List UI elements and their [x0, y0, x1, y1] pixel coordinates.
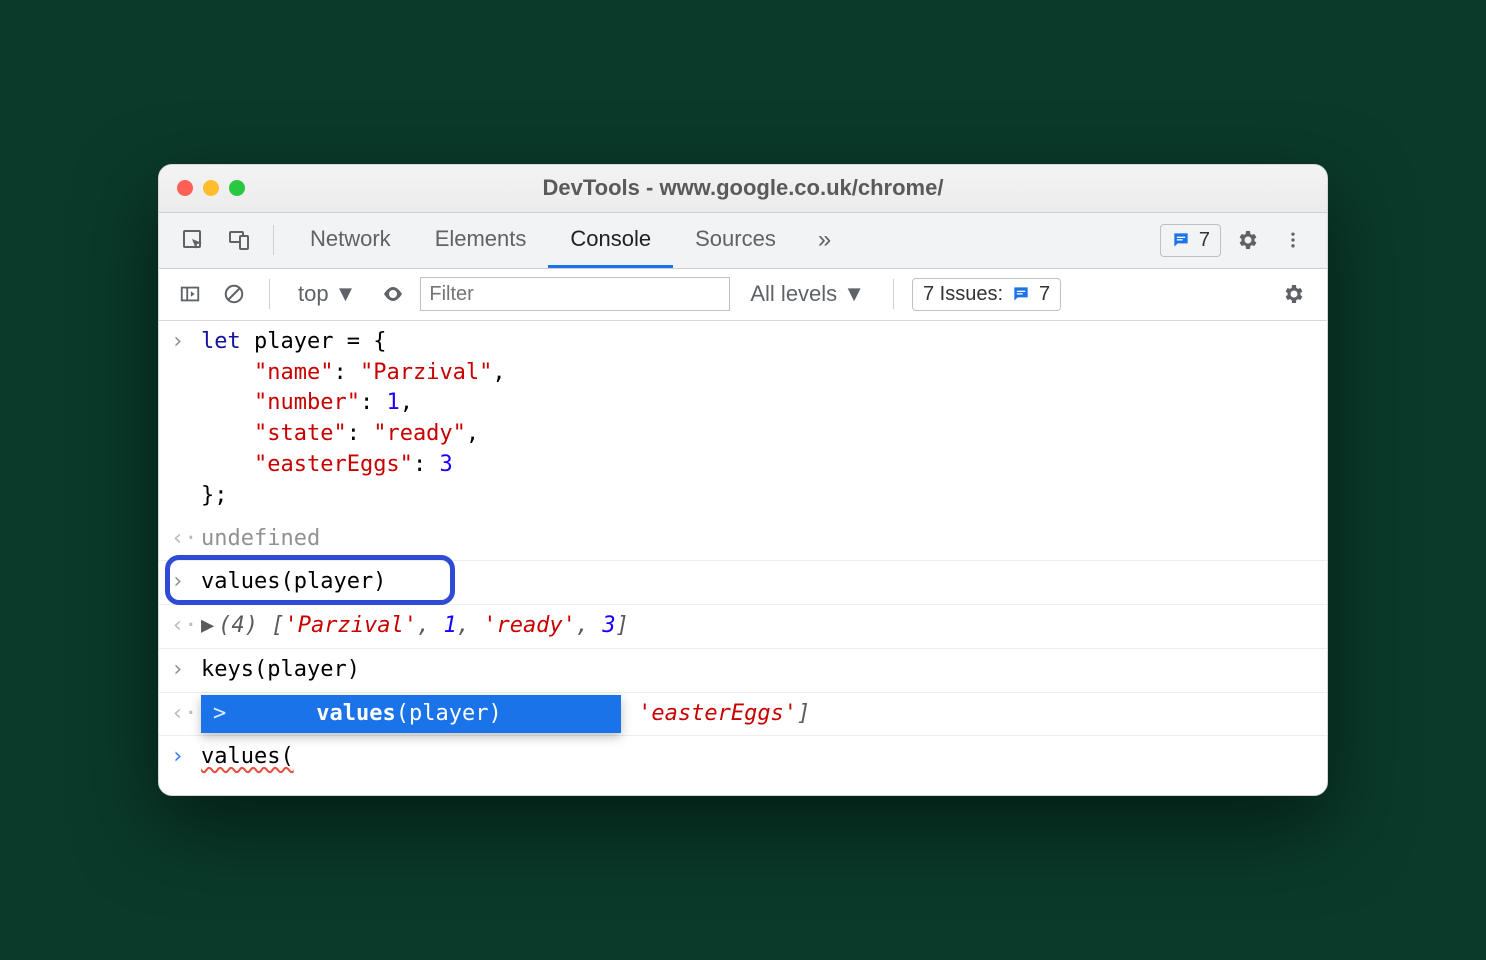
separator [893, 279, 894, 309]
devtools-window: DevTools - www.google.co.uk/chrome/ Netw… [158, 164, 1328, 797]
device-toggle-icon[interactable] [219, 220, 259, 260]
console-input-row: › values(player) [159, 561, 1327, 605]
code-line: keys(player) [201, 655, 1315, 686]
message-icon [1011, 284, 1031, 304]
close-icon[interactable] [177, 180, 193, 196]
titlebar: DevTools - www.google.co.uk/chrome/ [159, 165, 1327, 213]
console-prompt-row[interactable]: › values( [159, 736, 1327, 795]
output-chevron-icon: ‹· [171, 699, 201, 730]
separator [273, 225, 274, 255]
clear-console-icon[interactable] [217, 274, 251, 314]
issues-label: 7 Issues: [923, 283, 1003, 306]
maximize-icon[interactable] [229, 180, 245, 196]
filter-input[interactable] [420, 277, 730, 311]
output-chevron-icon: ‹· [171, 524, 201, 555]
inspect-icon[interactable] [173, 220, 213, 260]
autocomplete-suffix: (player) [396, 699, 502, 730]
console-output-row: ‹· undefined [159, 518, 1327, 562]
context-label: top [298, 281, 329, 307]
console-settings-icon[interactable] [1273, 274, 1313, 314]
window-title: DevTools - www.google.co.uk/chrome/ [159, 175, 1327, 201]
tab-sources[interactable]: Sources [673, 213, 798, 268]
input-chevron-icon: › [171, 567, 201, 598]
issues-count: 7 [1039, 283, 1050, 306]
tab-console[interactable]: Console [548, 213, 673, 268]
prompt-input[interactable]: values( [201, 742, 1315, 773]
issues-badge[interactable]: 7 Issues: 7 [912, 278, 1061, 311]
more-icon[interactable] [1273, 220, 1313, 260]
separator [269, 279, 270, 309]
console-input-row: › let player = { "name": "Parzival", "nu… [159, 321, 1327, 518]
message-icon [1171, 230, 1191, 250]
tab-elements[interactable]: Elements [413, 213, 549, 268]
autocomplete-match: values [316, 699, 395, 730]
code-block: let player = { "name": "Parzival", "numb… [201, 327, 1315, 512]
levels-label: All levels [750, 281, 837, 307]
console-toolbar: top ▼ All levels ▼ 7 Issues: 7 [159, 269, 1327, 321]
sidebar-toggle-icon[interactable] [173, 274, 207, 314]
minimize-icon[interactable] [203, 180, 219, 196]
autocomplete-popup[interactable]: > values(player) [201, 695, 621, 734]
console-input-row: › keys(player) [159, 649, 1327, 693]
code-line: values(player) [201, 567, 1315, 598]
autocomplete-prompt: > [213, 699, 226, 730]
settings-icon[interactable] [1227, 220, 1267, 260]
output-chevron-icon: ‹· [171, 611, 201, 642]
main-tabbar: Network Elements Console Sources » 7 [159, 213, 1327, 269]
overflow-tabs-icon[interactable]: » [804, 226, 845, 254]
tab-network[interactable]: Network [288, 213, 413, 268]
input-chevron-icon: › [171, 327, 201, 358]
console-output-row[interactable]: ‹· ▶(4) ['name', 'number', 'state', 'eas… [159, 693, 1327, 737]
dropdown-icon: ▼ [335, 281, 357, 307]
context-selector[interactable]: top ▼ [288, 281, 366, 307]
array-output: ▶(4) ['Parzival', 1, 'ready', 3] [201, 611, 1315, 642]
live-expression-icon[interactable] [376, 274, 410, 314]
dropdown-icon: ▼ [843, 281, 865, 307]
output-undefined: undefined [201, 524, 1315, 555]
input-chevron-icon: › [171, 655, 201, 686]
panel-tabs: Network Elements Console Sources [288, 213, 798, 268]
console-body: › let player = { "name": "Parzival", "nu… [159, 321, 1327, 796]
prompt-chevron-icon: › [171, 742, 201, 773]
expand-triangle-icon[interactable]: ▶ [201, 613, 214, 638]
console-output-row[interactable]: ‹· ▶(4) ['Parzival', 1, 'ready', 3] [159, 605, 1327, 649]
log-levels-selector[interactable]: All levels ▼ [740, 281, 875, 307]
traffic-lights [177, 180, 245, 196]
messages-count: 7 [1199, 229, 1210, 252]
messages-badge[interactable]: 7 [1160, 224, 1221, 257]
